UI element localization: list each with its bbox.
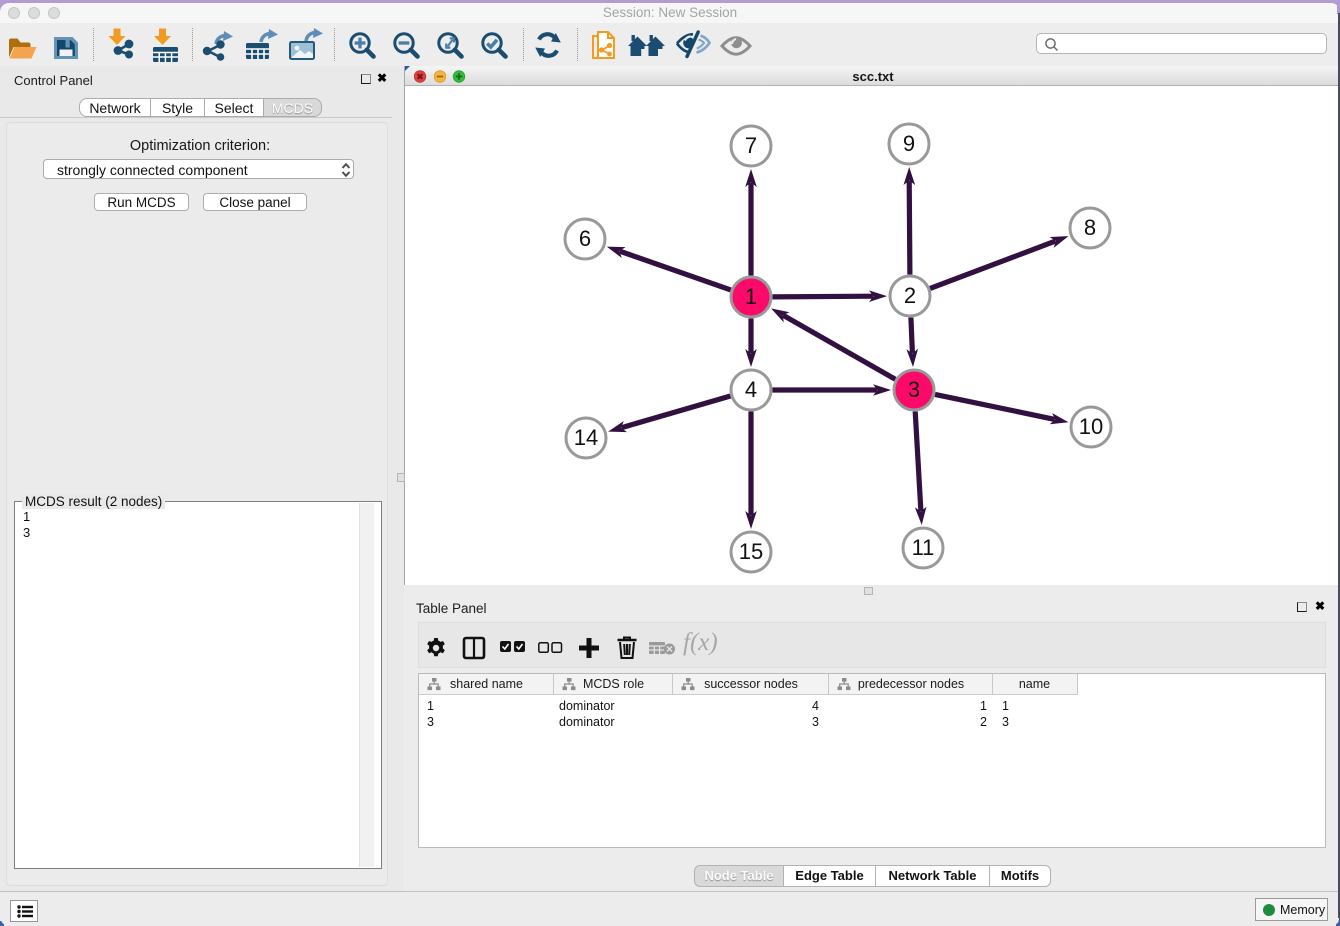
svg-text:14: 14 [574,425,598,450]
svg-text:3: 3 [908,377,920,402]
svg-text:8: 8 [1084,215,1096,240]
svg-text:1: 1 [745,284,757,309]
svg-text:4: 4 [745,377,757,402]
svg-text:11: 11 [912,535,935,560]
svg-text:7: 7 [745,133,757,158]
svg-text:2: 2 [904,283,916,308]
svg-text:10: 10 [1079,414,1103,439]
svg-text:9: 9 [903,131,915,156]
svg-text:15: 15 [739,539,763,564]
svg-text:6: 6 [579,226,591,251]
